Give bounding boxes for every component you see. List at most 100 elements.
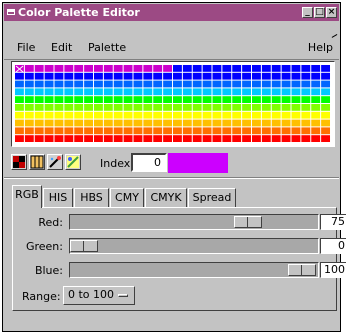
palette-cell[interactable]: [54, 119, 64, 127]
gradient-icon[interactable]: [65, 154, 81, 170]
palette-cell[interactable]: [123, 65, 133, 72]
palette-cell[interactable]: [271, 111, 281, 119]
palette-cell[interactable]: [291, 80, 301, 88]
palette-cell[interactable]: [261, 135, 271, 142]
palette-cell[interactable]: [281, 119, 291, 127]
palette-cell[interactable]: [103, 80, 113, 88]
palette-cell[interactable]: [252, 119, 261, 127]
palette-cell[interactable]: [301, 104, 311, 111]
palette-cell[interactable]: [103, 72, 113, 80]
palette-cell[interactable]: [321, 80, 331, 88]
palette-cell[interactable]: [34, 111, 44, 119]
palette-cell[interactable]: [192, 88, 202, 96]
palette-cell[interactable]: [281, 65, 291, 72]
palette-cell[interactable]: [202, 72, 212, 80]
palette-cell[interactable]: [301, 88, 311, 96]
palette-cell[interactable]: [252, 96, 261, 103]
menu-palette[interactable]: Palette: [88, 41, 126, 54]
palette-cell[interactable]: [291, 65, 301, 72]
palette-cell[interactable]: [24, 72, 34, 80]
split-colors-icon[interactable]: [11, 154, 27, 170]
palette-cell[interactable]: [311, 96, 321, 103]
palette-cell[interactable]: [173, 96, 182, 103]
palette-swatches[interactable]: [15, 65, 331, 143]
tab-spread[interactable]: Spread: [188, 188, 236, 207]
palette-cell[interactable]: [15, 119, 24, 127]
palette-cell[interactable]: [84, 111, 94, 119]
palette-cell[interactable]: [44, 65, 54, 72]
palette-cell[interactable]: [94, 119, 103, 127]
palette-cell[interactable]: [133, 119, 143, 127]
palette-cell[interactable]: [113, 135, 123, 142]
palette-cell[interactable]: [242, 127, 252, 135]
palette-cell[interactable]: [212, 111, 222, 119]
menu-file[interactable]: File: [17, 41, 35, 54]
palette-cell[interactable]: [84, 104, 94, 111]
palette-cell[interactable]: [84, 96, 94, 103]
palette-cell[interactable]: [261, 111, 271, 119]
palette-cell[interactable]: [202, 119, 212, 127]
palette-cell[interactable]: [74, 88, 84, 96]
palette-cell[interactable]: [252, 127, 261, 135]
palette-cell[interactable]: [74, 111, 84, 119]
palette-cell[interactable]: [222, 96, 232, 103]
palette-cell[interactable]: [34, 65, 44, 72]
palette-cell[interactable]: [202, 104, 212, 111]
palette-cell[interactable]: [24, 80, 34, 88]
palette-cell[interactable]: [321, 119, 331, 127]
palette-cell[interactable]: [84, 127, 94, 135]
palette-cell[interactable]: [202, 65, 212, 72]
palette-cell[interactable]: [321, 135, 331, 142]
palette-cell[interactable]: [222, 111, 232, 119]
green-slider[interactable]: [69, 238, 319, 254]
palette-cell[interactable]: [242, 88, 252, 96]
palette-cell[interactable]: [54, 65, 64, 72]
palette-cell[interactable]: [64, 65, 74, 72]
palette-cell[interactable]: [182, 119, 192, 127]
palette-cell[interactable]: [54, 88, 64, 96]
palette-cell[interactable]: [252, 65, 261, 72]
palette-cell[interactable]: [123, 72, 133, 80]
palette-cell[interactable]: [143, 104, 153, 111]
palette-cell[interactable]: [143, 88, 153, 96]
palette-cell[interactable]: [271, 127, 281, 135]
palette-cell[interactable]: [64, 72, 74, 80]
palette-cell[interactable]: [232, 65, 242, 72]
palette-cell[interactable]: [54, 96, 64, 103]
palette-cell[interactable]: [311, 111, 321, 119]
red-slider-thumb[interactable]: [234, 216, 262, 228]
palette-cell[interactable]: [222, 135, 232, 142]
palette-cell[interactable]: [143, 135, 153, 142]
tab-his[interactable]: HIS: [43, 188, 73, 207]
palette-cell[interactable]: [123, 135, 133, 142]
palette-cell[interactable]: [202, 127, 212, 135]
palette-cell[interactable]: [212, 104, 222, 111]
palette-cell[interactable]: [301, 65, 311, 72]
palette-cell[interactable]: [123, 127, 133, 135]
palette-cell[interactable]: [232, 88, 242, 96]
palette-cell[interactable]: [311, 135, 321, 142]
palette-cell[interactable]: [261, 80, 271, 88]
palette-cell[interactable]: [291, 119, 301, 127]
palette-cell[interactable]: [311, 119, 321, 127]
palette-cell[interactable]: [133, 104, 143, 111]
palette-cell[interactable]: [123, 96, 133, 103]
palette-cell[interactable]: [84, 135, 94, 142]
blue-slider[interactable]: [69, 262, 319, 278]
palette-cell[interactable]: [113, 104, 123, 111]
palette-cell[interactable]: [252, 135, 261, 142]
palette-cell[interactable]: [54, 80, 64, 88]
palette-cell[interactable]: [64, 135, 74, 142]
palette-cell[interactable]: [94, 88, 103, 96]
palette-cell[interactable]: [192, 72, 202, 80]
palette-grid[interactable]: [11, 61, 335, 147]
palette-cell[interactable]: [192, 127, 202, 135]
palette-cell[interactable]: [311, 127, 321, 135]
palette-cell[interactable]: [261, 119, 271, 127]
palette-cell[interactable]: [212, 127, 222, 135]
palette-cell[interactable]: [212, 88, 222, 96]
palette-cell[interactable]: [271, 65, 281, 72]
palette-cell[interactable]: [261, 104, 271, 111]
palette-cell[interactable]: [163, 72, 173, 80]
menu-help[interactable]: Help: [308, 41, 333, 54]
